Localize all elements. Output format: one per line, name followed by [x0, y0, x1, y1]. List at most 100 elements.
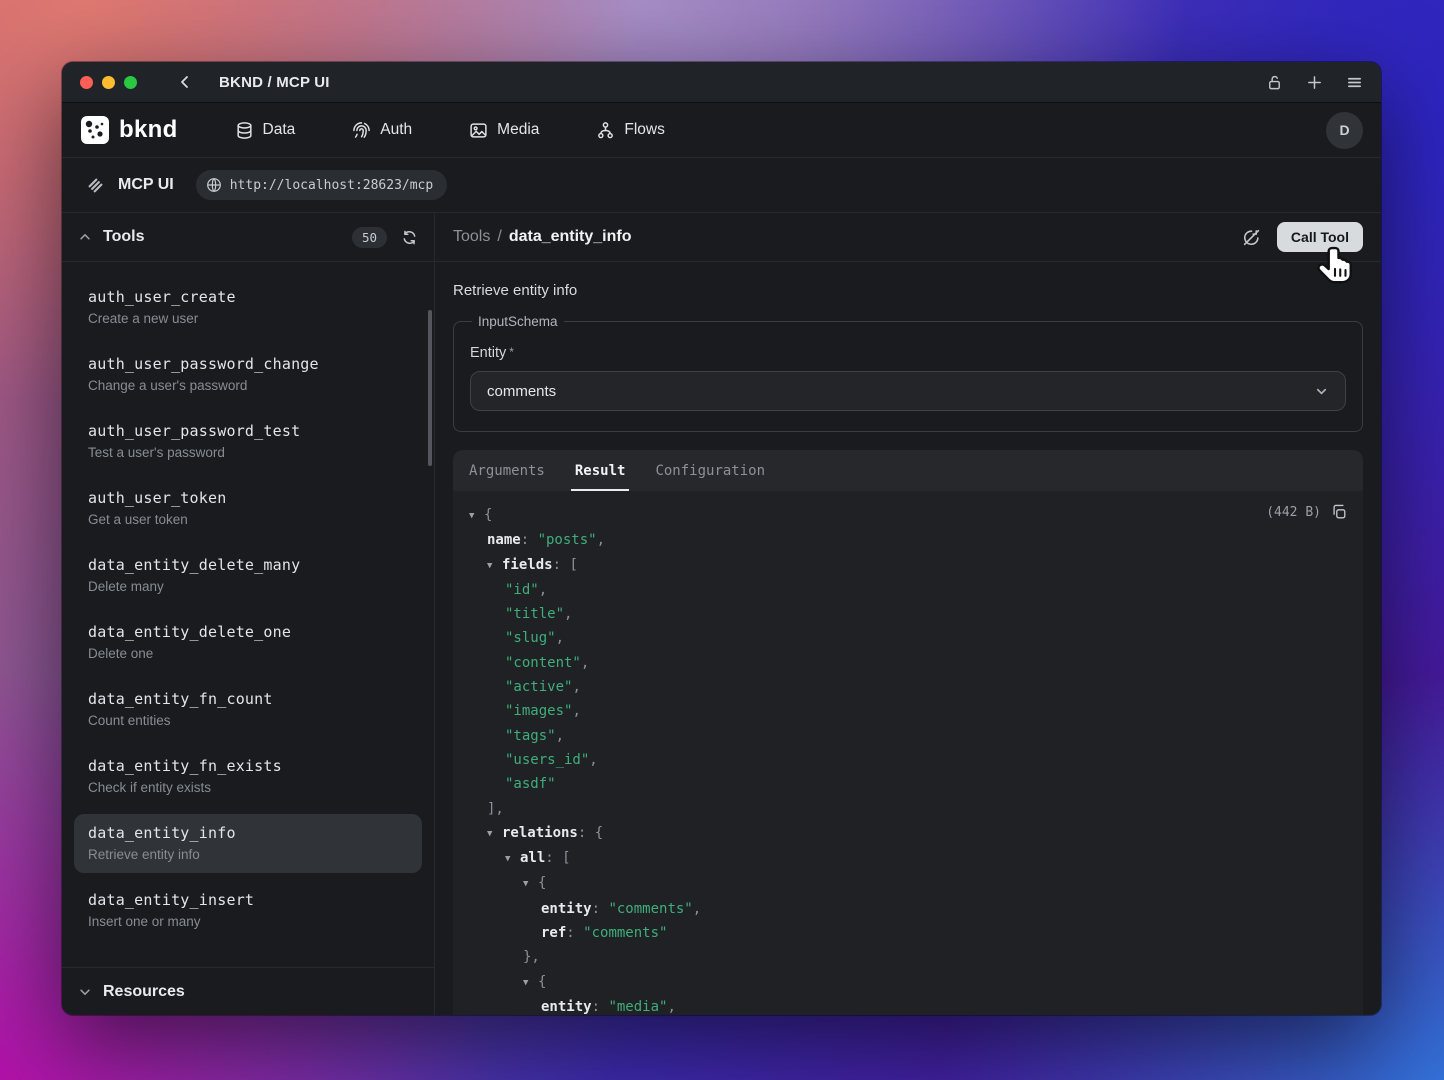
tool-list-item-data_entity_info[interactable]: data_entity_infoRetrieve entity info: [74, 814, 422, 873]
image-icon: [469, 121, 488, 140]
nav-item-flows[interactable]: Flows: [596, 121, 664, 140]
tool-name: data_entity_delete_many: [88, 556, 408, 574]
tool-description: Retrieve entity info: [88, 847, 408, 862]
json-token: {: [538, 974, 546, 990]
traffic-lights: [80, 76, 137, 89]
json-token: relations: [502, 825, 578, 841]
tool-description: Test a user's password: [88, 445, 408, 460]
tool-list-item-data_entity_insert[interactable]: data_entity_insertInsert one or many: [74, 881, 422, 940]
json-line: ▼{: [469, 503, 1347, 528]
auto-refresh-off-button[interactable]: [1242, 228, 1261, 247]
json-token: "title": [505, 606, 564, 622]
brand-name: bknd: [119, 116, 178, 144]
json-line: ],: [469, 797, 1347, 821]
collapse-triangle-icon[interactable]: ▼: [469, 504, 484, 528]
json-token: ref: [541, 925, 566, 941]
sidebar-scrollbar[interactable]: [428, 310, 432, 466]
tab-arguments[interactable]: Arguments: [469, 450, 545, 491]
json-token: :: [566, 925, 583, 941]
json-token: "active": [505, 679, 572, 695]
json-line: "id",: [469, 578, 1347, 602]
mcp-url-pill[interactable]: http://localhost:28623/mcp: [196, 170, 448, 200]
user-avatar[interactable]: D: [1326, 112, 1363, 149]
nav-item-data[interactable]: Data: [235, 121, 296, 140]
tool-description: Delete many: [88, 579, 408, 594]
json-line: "tags",: [469, 724, 1347, 748]
tool-detail-panel: Tools / data_entity_info Call Tool Retri…: [435, 213, 1381, 1015]
hamburger-menu-button[interactable]: [1346, 74, 1363, 91]
json-token: ],: [487, 801, 504, 817]
tool-list-item-data_entity_delete_one[interactable]: data_entity_delete_oneDelete one: [74, 613, 422, 672]
new-tab-button[interactable]: [1306, 74, 1323, 91]
minimize-window-button[interactable]: [102, 76, 115, 89]
tool-description: Change a user's password: [88, 378, 408, 393]
breadcrumb-section[interactable]: Tools: [453, 228, 490, 246]
collapse-triangle-icon[interactable]: ▼: [487, 822, 502, 846]
globe-icon: [206, 177, 222, 193]
collapse-triangle-icon[interactable]: ▼: [487, 554, 502, 578]
nav-item-media[interactable]: Media: [469, 121, 539, 140]
close-window-button[interactable]: [80, 76, 93, 89]
bknd-logo[interactable]: bknd: [80, 115, 178, 145]
collapse-triangle-icon[interactable]: ▼: [523, 872, 538, 896]
json-line: entity: "comments",: [469, 897, 1347, 921]
tool-list-item-data_entity_fn_count[interactable]: data_entity_fn_countCount entities: [74, 680, 422, 739]
chevron-left-icon: [177, 74, 193, 90]
json-token: "asdf": [505, 776, 556, 792]
json-token: fields: [502, 557, 553, 573]
call-tool-button[interactable]: Call Tool: [1277, 222, 1363, 252]
json-line: ▼{: [469, 871, 1347, 896]
json-token: "tags": [505, 728, 556, 744]
json-line: "active",: [469, 675, 1347, 699]
json-token: "media": [608, 999, 667, 1015]
tool-name: auth_user_password_test: [88, 422, 408, 440]
tab-configuration[interactable]: Configuration: [655, 450, 765, 491]
json-line: ref: "comments": [469, 921, 1347, 945]
tool-list-item-auth_user_password_change[interactable]: auth_user_password_change Change a user's…: [74, 345, 422, 404]
json-token: },: [523, 949, 540, 965]
tool-name: auth_user_create: [88, 288, 408, 306]
tab-result[interactable]: Result: [575, 450, 626, 491]
tool-list-item-auth_user_token[interactable]: auth_user_tokenGet a user token: [74, 479, 422, 538]
app-window: BKND / MCP UI bknd: [62, 62, 1381, 1015]
lock-open-icon[interactable]: [1266, 74, 1283, 91]
tool-list-item-data_entity_fn_exists[interactable]: data_entity_fn_existsCheck if entity exi…: [74, 747, 422, 806]
tool-description: Check if entity exists: [88, 780, 408, 795]
json-line: ▼{: [469, 970, 1347, 995]
refresh-tools-button[interactable]: [401, 229, 418, 246]
tools-sidebar: Tools 50 auth_user_createCreate a new us…: [62, 213, 435, 1015]
tool-list-item-data_entity_delete_many[interactable]: data_entity_delete_many Delete many: [74, 546, 422, 605]
json-token: [: [569, 557, 577, 573]
json-line: "users_id",: [469, 748, 1347, 772]
tool-list-item-auth_user_create[interactable]: auth_user_createCreate a new user: [74, 278, 422, 337]
collapse-triangle-icon[interactable]: ▼: [505, 847, 520, 871]
nav-item-auth[interactable]: Auth: [352, 121, 412, 140]
json-token: [: [562, 850, 570, 866]
tools-section-header[interactable]: Tools 50: [62, 213, 434, 262]
tool-name: auth_user_token: [88, 489, 408, 507]
input-schema-legend: InputSchema: [472, 314, 564, 329]
copy-result-button[interactable]: [1331, 504, 1347, 520]
entity-select[interactable]: comments: [470, 371, 1346, 411]
bknd-logo-icon: [80, 115, 110, 145]
json-token: "id": [505, 582, 539, 598]
tool-name: auth_user_password_change: [88, 355, 408, 373]
json-token: :: [521, 532, 538, 548]
tool-name: data_entity_insert: [88, 891, 408, 909]
window-title: BKND / MCP UI: [219, 74, 330, 91]
resources-section-header[interactable]: Resources: [62, 967, 434, 1015]
mcp-ui-title: MCP UI: [118, 176, 174, 194]
mcp-bar: MCP UI http://localhost:28623/mcp: [62, 158, 1381, 213]
tool-name: data_entity_delete_one: [88, 623, 408, 641]
json-line: "asdf": [469, 772, 1347, 796]
tool-list-item-auth_user_password_test[interactable]: auth_user_password_test Test a user's pas…: [74, 412, 422, 471]
json-line: "slug",: [469, 626, 1347, 650]
nav-item-label: Data: [263, 121, 296, 139]
chevron-down-icon: [1314, 384, 1329, 399]
json-line: ▼fields: [: [469, 553, 1347, 578]
back-button[interactable]: [177, 74, 193, 90]
zoom-window-button[interactable]: [124, 76, 137, 89]
tools-section-label: Tools: [103, 228, 144, 246]
collapse-triangle-icon[interactable]: ▼: [523, 971, 538, 995]
json-token: ,: [572, 703, 580, 719]
